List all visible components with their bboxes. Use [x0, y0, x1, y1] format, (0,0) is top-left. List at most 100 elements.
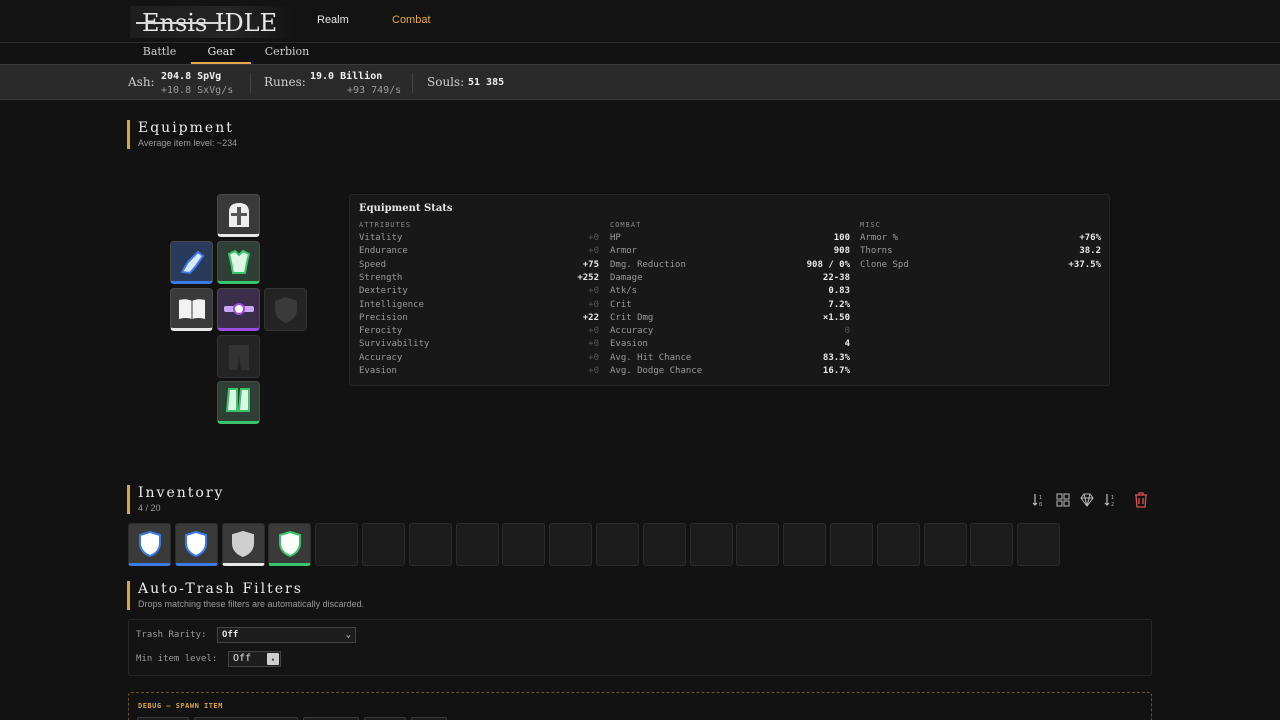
- logo[interactable]: Ensis IDLE: [130, 6, 295, 38]
- sort-desc-icon: 12: [1104, 494, 1114, 507]
- stat-name: Avg. Dodge Chance: [610, 366, 703, 376]
- svg-text:1: 1: [1111, 495, 1114, 501]
- svg-text:2: 2: [1111, 502, 1114, 507]
- trash-all-button[interactable]: [1133, 492, 1149, 508]
- slot-offhand[interactable]: [264, 288, 307, 331]
- stat-row: Crit Dmg ×1.50: [610, 313, 850, 326]
- inventory-count: 4 / 20: [138, 503, 161, 513]
- nav-combat[interactable]: Combat: [392, 14, 431, 26]
- gem-icon: [1080, 493, 1094, 507]
- stat-name: Precision: [359, 312, 408, 323]
- stat-name: Accuracy: [359, 352, 403, 363]
- inventory-slot[interactable]: [596, 523, 639, 566]
- nav-realm[interactable]: Realm: [317, 14, 349, 26]
- sort-value-button[interactable]: [1079, 492, 1095, 508]
- stat-name: Armor: [610, 246, 638, 257]
- slot-helmet[interactable]: [217, 194, 260, 237]
- section-accent: [127, 485, 130, 514]
- chevron-down-icon: ⌄: [345, 630, 351, 640]
- grid-view-button[interactable]: [1055, 492, 1071, 508]
- stat-row: Accuracy 0: [610, 326, 850, 339]
- stat-value: 4: [844, 339, 850, 350]
- debug-title: DEBUG — SPAWN ITEM: [138, 702, 223, 710]
- resource-bar: Ash: 204.8 SpVg +10.8 SxVg/s Runes: 19.0…: [0, 64, 1280, 100]
- chest-armor-icon: [227, 249, 250, 274]
- stat-value: +0: [588, 299, 599, 310]
- slot-gloves[interactable]: [170, 241, 213, 284]
- slot-chest[interactable]: [217, 241, 260, 284]
- pants-icon: [228, 344, 249, 370]
- stat-name: Evasion: [359, 366, 397, 376]
- inventory-title: Inventory: [138, 485, 225, 501]
- stat-name: Speed: [359, 259, 387, 270]
- ash-rate: +10.8 SxVg/s: [161, 85, 234, 96]
- trash-rarity-value: Off: [222, 630, 239, 640]
- shield-icon: [232, 530, 255, 557]
- stat-name: Dmg. Reduction: [610, 259, 686, 270]
- inventory-slot[interactable]: [268, 523, 312, 566]
- inventory-slot[interactable]: [736, 523, 780, 566]
- tab-battle[interactable]: Battle: [128, 45, 191, 64]
- sub-tabs: Battle Gear Cerbion: [0, 43, 1280, 64]
- ash-value: 204.8 SpVg: [161, 71, 222, 82]
- debug-panel: DEBUG — SPAWN ITEM: [128, 692, 1152, 720]
- inventory-slot[interactable]: [830, 523, 873, 566]
- misc-header: MISC: [860, 221, 881, 229]
- tab-cerbion[interactable]: Cerbion: [251, 45, 323, 64]
- inventory-slot[interactable]: [783, 523, 827, 566]
- stat-row: Ferocity +0: [359, 326, 599, 339]
- inventory-slot[interactable]: [455, 523, 499, 566]
- inventory-slot[interactable]: [923, 523, 967, 566]
- equipment-stats-panel: Equipment Stats ATTRIBUTES COMBAT MISC V…: [349, 194, 1110, 386]
- inventory-slot[interactable]: [642, 523, 686, 566]
- divider: [250, 73, 251, 93]
- inventory-slot[interactable]: [970, 523, 1014, 566]
- stat-row: Dmg. Reduction 908 / 0%: [610, 260, 850, 273]
- inventory-slot[interactable]: [502, 523, 546, 566]
- inventory-slot[interactable]: [174, 523, 218, 566]
- stat-name: Accuracy: [610, 326, 654, 337]
- shield-icon: [185, 530, 208, 557]
- inventory-slot[interactable]: [315, 523, 359, 566]
- stat-value: 16.7%: [822, 366, 850, 376]
- min-level-input[interactable]: Off ▴: [228, 651, 281, 667]
- inventory-slot[interactable]: [362, 523, 405, 566]
- stat-row: Armor 908: [610, 246, 850, 259]
- inventory-slot[interactable]: [408, 523, 452, 566]
- inventory-slot[interactable]: [221, 523, 265, 566]
- sort-rarity-button[interactable]: 10: [1031, 492, 1047, 508]
- sort-level-button[interactable]: 12: [1103, 492, 1119, 508]
- spinner-icon[interactable]: ▴: [267, 653, 279, 665]
- tab-gear[interactable]: Gear: [191, 45, 251, 64]
- stat-value: +0: [588, 246, 599, 257]
- inventory-slot[interactable]: [128, 523, 171, 566]
- stats-title: Equipment Stats: [359, 203, 453, 214]
- slot-belt[interactable]: [217, 288, 260, 331]
- inventory-slot[interactable]: [1017, 523, 1061, 566]
- stat-name: Strength: [359, 272, 403, 283]
- trash-rarity-select[interactable]: Off ⌄: [217, 627, 356, 643]
- attributes-header: ATTRIBUTES: [359, 221, 412, 229]
- stat-value: 908: [833, 246, 850, 257]
- stat-value: 7.2%: [828, 299, 850, 310]
- stat-row: Evasion +0: [359, 366, 599, 379]
- stat-row: Dexterity +0: [359, 286, 599, 299]
- slot-boots[interactable]: [217, 381, 260, 424]
- inventory-slot[interactable]: [689, 523, 733, 566]
- stat-name: Vitality: [359, 233, 403, 243]
- slot-legs[interactable]: [217, 335, 260, 378]
- stat-value: +0: [588, 233, 599, 243]
- svg-text:0: 0: [1039, 502, 1042, 507]
- stat-name: Evasion: [610, 339, 648, 350]
- stat-row: Armor % +76%: [860, 233, 1101, 246]
- slot-tome[interactable]: [170, 288, 213, 331]
- souls-label: Souls:: [427, 75, 465, 89]
- inventory-slot[interactable]: [549, 523, 593, 566]
- svg-text:1: 1: [1039, 495, 1042, 501]
- stat-value: +75: [582, 259, 599, 270]
- logo-sword: [136, 22, 226, 24]
- section-accent: [127, 581, 130, 610]
- runes-label: Runes:: [264, 75, 306, 89]
- stat-row: Survivability +0: [359, 339, 599, 352]
- inventory-slot[interactable]: [876, 523, 920, 566]
